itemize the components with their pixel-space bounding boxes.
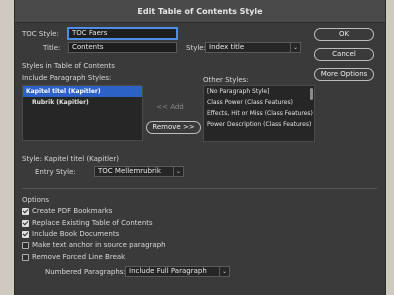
include-styles-list[interactable]: Kapitel titel (Kapitler) Rubrik (Kapitle… <box>22 85 143 141</box>
include-book-documents-label: Include Book Documents <box>32 230 120 238</box>
chevron-down-icon: ⌄ <box>219 266 229 277</box>
styles-section-heading: Styles in Table of Contents <box>22 62 115 70</box>
options-heading: Options <box>22 196 50 204</box>
list-item[interactable]: Rubrik (Kapitler) <box>23 97 142 108</box>
remove-forced-line-break-label: Remove Forced Line Break <box>32 253 126 261</box>
add-button[interactable]: << Add <box>145 102 195 115</box>
style-select[interactable]: Index title ⌄ <box>205 42 301 53</box>
selected-style-label: Style: Kapitel titel (Kapitler) <box>22 155 119 163</box>
other-styles-label: Other Styles: <box>203 76 249 84</box>
other-styles-list[interactable]: [No Paragraph Style] Class Power (Class … <box>203 85 315 142</box>
create-pdf-bookmarks-checkbox[interactable] <box>22 208 29 215</box>
dialog-title: Edit Table of Contents Style <box>15 0 385 23</box>
include-styles-label: Include Paragraph Styles: <box>22 74 112 82</box>
numbered-paragraphs-select[interactable]: Include Full Paragraph ⌄ <box>125 266 230 277</box>
ok-button[interactable]: OK <box>314 28 374 41</box>
make-text-anchor-checkbox[interactable] <box>22 242 29 249</box>
toc-style-label: TOC Style: <box>22 30 59 38</box>
chevron-down-icon: ⌄ <box>290 42 300 53</box>
more-options-button[interactable]: More Options <box>314 68 374 81</box>
include-book-documents-checkbox[interactable] <box>22 231 29 238</box>
chevron-down-icon: ⌄ <box>173 166 183 177</box>
list-item[interactable]: Power Description (Class Features) <box>204 119 314 130</box>
title-input[interactable]: Contents <box>68 42 177 53</box>
style-label: Style: <box>186 44 206 52</box>
list-item[interactable]: Class Power (Class Features) <box>204 97 314 108</box>
replace-existing-toc-label: Replace Existing Table of Contents <box>32 219 153 227</box>
toc-style-input[interactable]: TOC Faers <box>68 28 177 39</box>
title-label: Title: <box>43 44 61 52</box>
entry-style-select[interactable]: TOC Mellemrubrik ⌄ <box>94 166 184 177</box>
create-pdf-bookmarks-label: Create PDF Bookmarks <box>32 207 113 215</box>
list-item[interactable]: Effects, Hit or Miss (Class Features) <box>204 108 314 119</box>
replace-existing-toc-checkbox[interactable] <box>22 220 29 227</box>
numbered-paragraphs-value: Include Full Paragraph <box>129 267 207 275</box>
entry-style-label: Entry Style: <box>35 168 76 176</box>
section-divider <box>22 188 377 189</box>
list-item[interactable]: [No Paragraph Style] <box>204 86 314 97</box>
style-select-value: Index title <box>209 43 245 51</box>
remove-button[interactable]: Remove >> <box>146 121 201 134</box>
make-text-anchor-label: Make text anchor in source paragraph <box>32 241 166 249</box>
numbered-paragraphs-label: Numbered Paragraphs: <box>45 268 126 276</box>
remove-forced-line-break-checkbox[interactable] <box>22 254 29 261</box>
cancel-button[interactable]: Cancel <box>314 48 374 61</box>
toc-style-dialog: Edit Table of Contents Style TOC Style: … <box>14 0 386 295</box>
list-item[interactable]: Kapitel titel (Kapitler) <box>23 86 142 97</box>
entry-style-value: TOC Mellemrubrik <box>98 167 161 175</box>
scrollbar-thumb[interactable] <box>310 88 313 100</box>
